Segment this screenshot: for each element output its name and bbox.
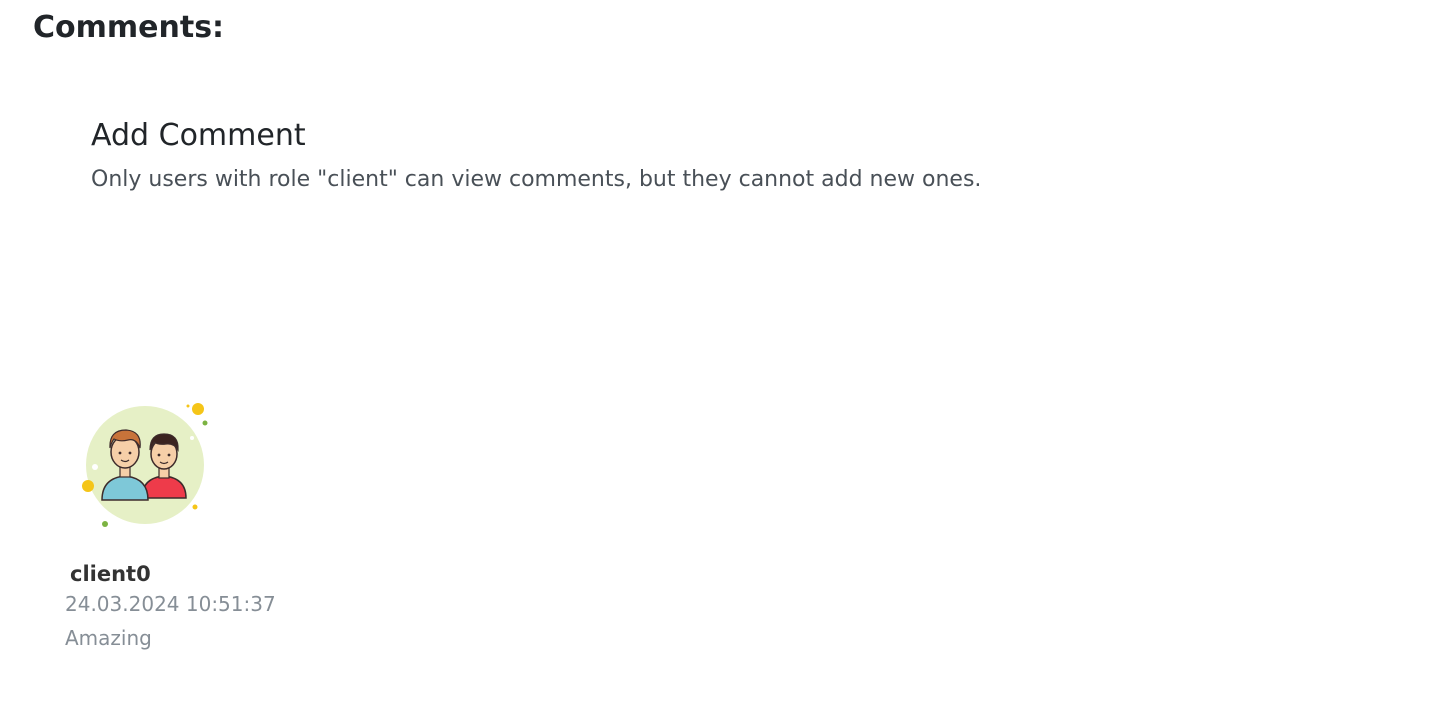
comment-text: Amazing <box>65 626 152 650</box>
two-users-avatar-icon <box>82 403 208 527</box>
comment-author: client0 <box>70 562 151 586</box>
add-comment-heading: Add Comment <box>91 118 306 153</box>
comments-page: Comments: Add Comment Only users with ro… <box>0 0 1447 707</box>
comments-heading: Comments: <box>33 10 225 45</box>
add-comment-panel: Add Comment Only users with role "client… <box>91 116 1291 196</box>
comment-date: 24.03.2024 10:51:37 <box>65 592 276 616</box>
add-comment-restriction-note: Only users with role "client" can view c… <box>91 167 982 192</box>
